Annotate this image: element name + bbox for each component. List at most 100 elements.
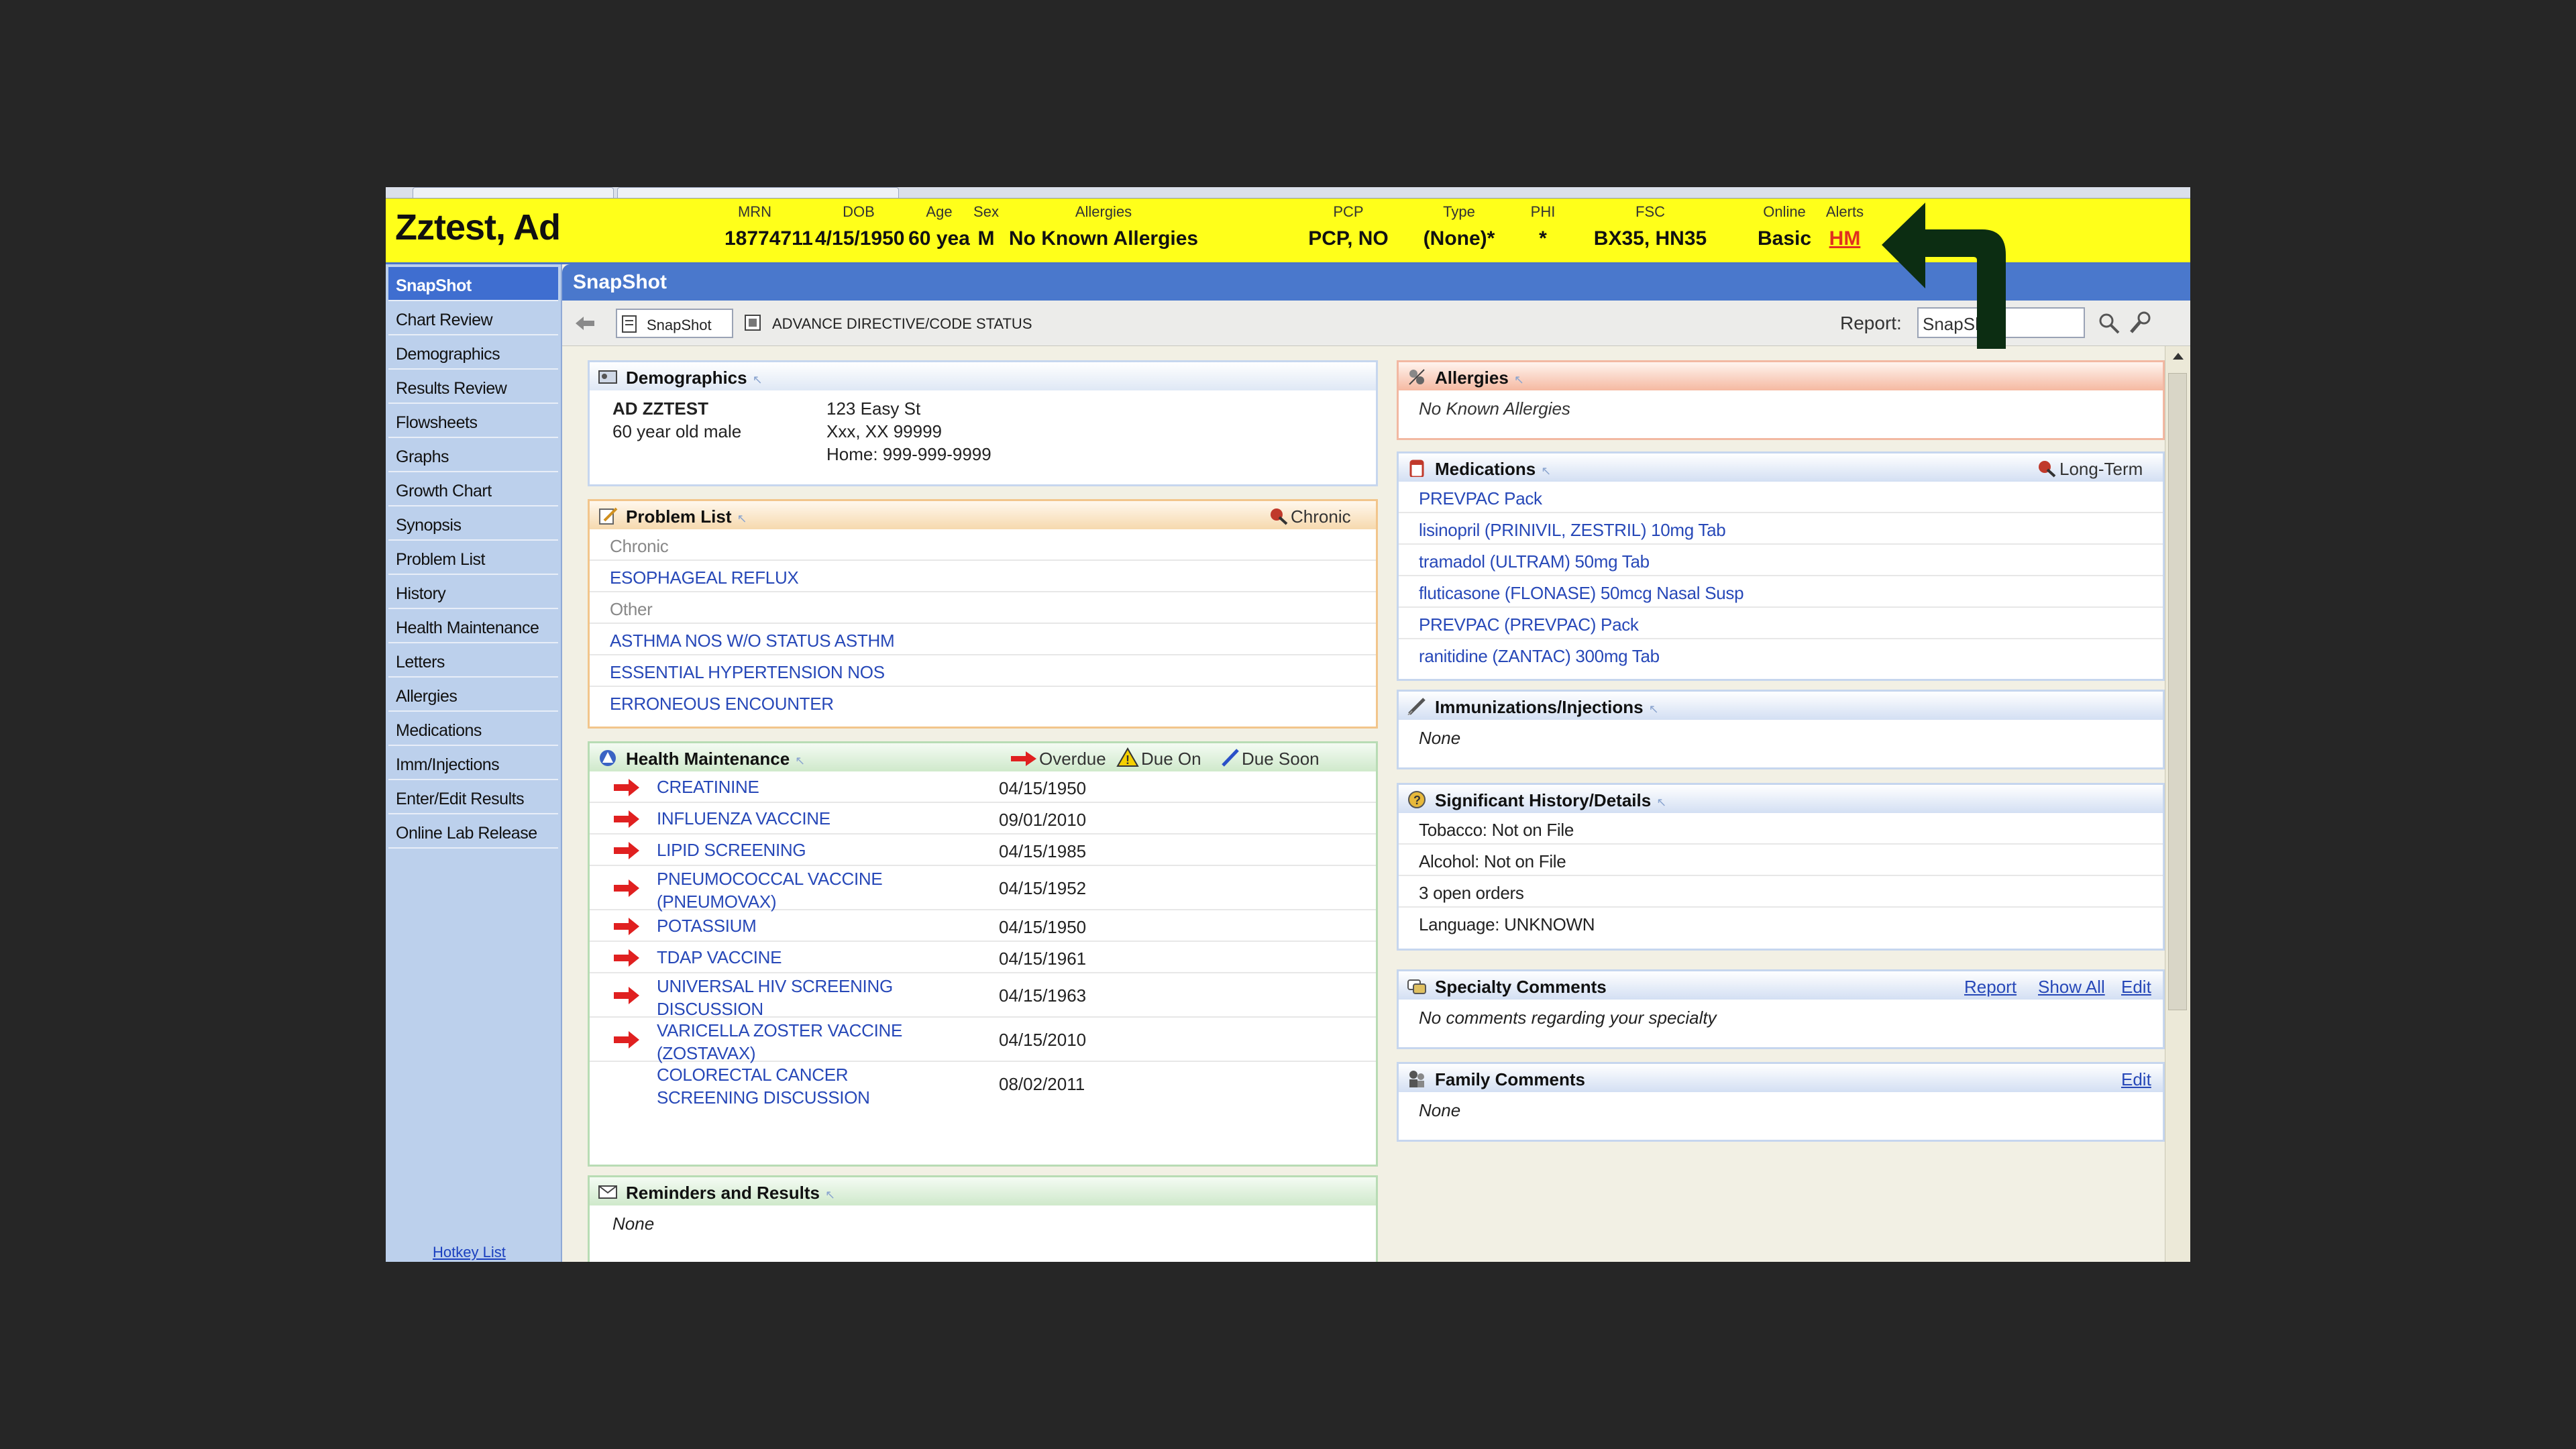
mrn-value: 18774711 [724,227,813,250]
medication-link[interactable]: ranitidine (ZANTAC) 300mg Tab [1419,646,1660,667]
pin-icon[interactable]: ↖ [1541,464,1551,478]
allergies-text: No Known Allergies [1419,398,1570,419]
sidebar-item-graphs[interactable]: Graphs [388,438,558,472]
history-text: Alcohol: Not on File [1419,851,1566,871]
snapshot-toolbar: SnapShot ADVANCE DIRECTIVE/CODE STATUS R… [562,301,2190,346]
window-tab[interactable] [413,187,614,198]
hm-topic-link[interactable]: TDAP VACCINE [657,946,945,969]
hm-topic-link[interactable]: POTASSIUM [657,914,945,937]
tab-snapshot[interactable]: SnapShot [616,309,733,338]
alerts-field[interactable]: Alerts HM [1821,204,1868,252]
problem-row[interactable]: ESSENTIAL HYPERTENSION NOS [590,655,1376,687]
phi-value: * [1539,227,1547,250]
sidebar-item-snapshot[interactable]: SnapShot [388,267,558,301]
medications-header: Medications ↖ Long-Term [1399,453,2163,482]
pin-icon[interactable]: ↖ [753,373,763,386]
sidebar-item-medications[interactable]: Medications [388,712,558,746]
problem-group-label: Chronic [610,536,669,556]
sidebar-item-results-review[interactable]: Results Review [388,370,558,404]
hm-topic-link[interactable]: LIPID SCREENING [657,839,945,861]
hm-row[interactable]: INFLUENZA VACCINE 09/01/2010 [590,803,1376,835]
medication-link[interactable]: PREVPAC (PREVPAC) Pack [1419,614,1639,635]
sidebar-item-flowsheets[interactable]: Flowsheets [388,404,558,438]
medication-row[interactable]: lisinopril (PRINIVIL, ZESTRIL) 10mg Tab [1399,513,2163,545]
hm-due-date: 04/15/1952 [999,878,1087,898]
problem-link[interactable]: ESOPHAGEAL REFLUX [610,568,799,588]
medication-row[interactable]: tramadol (ULTRAM) 50mg Tab [1399,545,2163,576]
hm-row[interactable]: VARICELLA ZOSTER VACCINE (ZOSTAVAX) 04/15… [590,1018,1376,1065]
sidebar-item-letters[interactable]: Letters [388,643,558,678]
sidebar-item-chart-review[interactable]: Chart Review [388,301,558,335]
hm-topic-link[interactable]: VARICELLA ZOSTER VACCINE (ZOSTAVAX) [657,1019,945,1065]
pin-icon[interactable]: ↖ [795,754,805,767]
report-link[interactable]: Report [1964,977,2017,998]
sidebar-item-health-maintenance[interactable]: Health Maintenance [388,609,558,643]
hm-row[interactable]: TDAP VACCINE 04/15/1961 [590,942,1376,973]
problem-link[interactable]: ESSENTIAL HYPERTENSION NOS [610,662,885,683]
window-tab[interactable] [617,187,899,198]
alerts-hm-link[interactable]: HM [1821,225,1868,252]
hotkey-list-link[interactable]: Hotkey List [433,1244,506,1261]
problem-row[interactable]: ASTHMA NOS W/O STATUS ASTHM [590,624,1376,655]
problem-row[interactable]: ESOPHAGEAL REFLUX [590,561,1376,592]
hm-topic-link[interactable]: COLORECTAL CANCER SCREENING DISCUSSION [657,1063,945,1109]
sidebar-item-allergies[interactable]: Allergies [388,678,558,712]
online-label: Online [1763,203,1806,220]
pin-icon[interactable]: ↖ [1649,702,1659,716]
scrollbar-thumb[interactable] [2168,373,2187,1010]
edit-link[interactable]: Edit [2121,977,2151,998]
medication-row[interactable]: fluticasone (FLONASE) 50mcg Nasal Susp [1399,576,2163,608]
sidebar-item-synopsis[interactable]: Synopsis [388,506,558,541]
sidebar-item-demographics[interactable]: Demographics [388,335,558,370]
hm-topic-link[interactable]: INFLUENZA VACCINE [657,807,945,830]
medication-link[interactable]: PREVPAC Pack [1419,488,1542,509]
hm-row[interactable]: UNIVERSAL HIV SCREENING DISCUSSION 04/15/… [590,973,1376,1020]
allergies-field: Allergies No Known Allergies [1003,204,1204,252]
hm-row[interactable]: POTASSIUM 04/15/1950 [590,910,1376,942]
pin-icon[interactable]: ↖ [1514,373,1524,386]
medication-link[interactable]: fluticasone (FLONASE) 50mcg Nasal Susp [1419,583,1744,604]
search-icon[interactable] [2097,311,2121,335]
sex-field: Sex M [969,204,1003,252]
report-select[interactable]: SnapShot [1917,307,2085,338]
sidebar-item-online-lab-release[interactable]: Online Lab Release [388,814,558,849]
allergies-title: Allergies [1435,368,1509,388]
tab-advance-directive[interactable]: ADVANCE DIRECTIVE/CODE STATUS [740,309,1089,338]
medication-row[interactable]: ranitidine (ZANTAC) 300mg Tab [1399,639,2163,671]
scroll-up-arrow-icon[interactable] [2171,350,2185,361]
hm-topic-link[interactable]: UNIVERSAL HIV SCREENING DISCUSSION [657,975,945,1020]
pin-icon[interactable]: ↖ [825,1188,835,1201]
hm-topic-link[interactable]: PNEUMOCOCCAL VACCINE (PNEUMOVAX) [657,867,945,913]
dob-value: 4/15/1950 [815,227,905,250]
sidebar-item-problem-list[interactable]: Problem List [388,541,558,575]
specialty-comments-header: Specialty Comments Report Show All Edit [1399,971,2163,1000]
sidebar-item-imm-injections[interactable]: Imm/Injections [388,746,558,780]
medication-link[interactable]: lisinopril (PRINIVIL, ZESTRIL) 10mg Tab [1419,520,1726,541]
pin-icon[interactable]: ↖ [1656,796,1666,809]
pin-icon[interactable]: ↖ [737,512,747,525]
problem-row[interactable]: ERRONEOUS ENCOUNTER [590,687,1376,718]
medication-row[interactable]: PREVPAC Pack [1399,482,2163,513]
sidebar-item-enter-edit-results[interactable]: Enter/Edit Results [388,780,558,814]
age-field: Age 60 yea [906,204,973,252]
medication-row[interactable]: PREVPAC (PREVPAC) Pack [1399,608,2163,639]
vertical-scrollbar[interactable] [2165,346,2190,1262]
family-edit-link[interactable]: Edit [2121,1069,2151,1090]
back-arrow-icon[interactable] [574,315,596,331]
sidebar-item-growth-chart[interactable]: Growth Chart [388,472,558,506]
problem-link[interactable]: ERRONEOUS ENCOUNTER [610,694,834,714]
hm-topic-link[interactable]: CREATININE [657,775,945,798]
pen-icon [1222,749,1239,767]
problem-link[interactable]: ASTHMA NOS W/O STATUS ASTHM [610,631,895,651]
history-row: Alcohol: Not on File [1399,845,2163,876]
allergies-header: Allergies ↖ [1399,362,2163,390]
medication-link[interactable]: tramadol (ULTRAM) 50mg Tab [1419,551,1650,572]
medications-title: Medications [1435,459,1536,479]
sidebar-item-history[interactable]: History [388,575,558,609]
hm-row[interactable]: COLORECTAL CANCER SCREENING DISCUSSION 08… [590,1062,1376,1109]
hm-row[interactable]: LIPID SCREENING 04/15/1985 [590,835,1376,866]
hm-row[interactable]: PNEUMOCOCCAL VACCINE (PNEUMOVAX) 04/15/19… [590,866,1376,913]
show-all-link[interactable]: Show All [2038,977,2105,998]
wrench-icon[interactable] [2128,310,2153,335]
hm-row[interactable]: CREATININE 04/15/1950 [590,771,1376,803]
